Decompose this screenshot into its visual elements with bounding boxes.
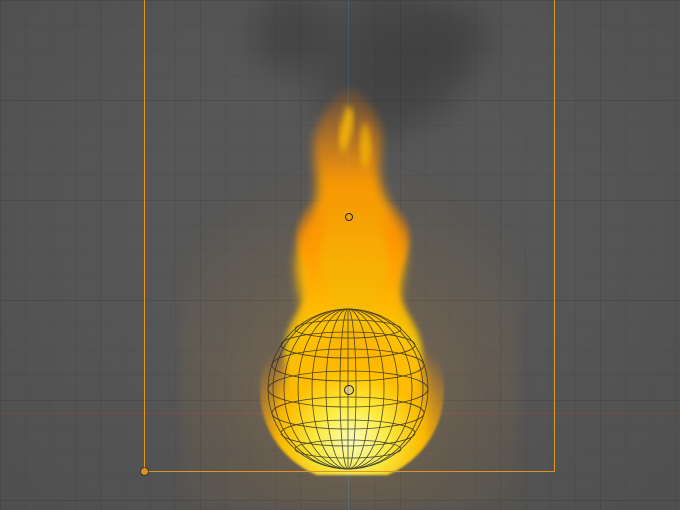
viewport-3d[interactable]: [0, 0, 680, 510]
smoke-domain-bounds[interactable]: [144, 0, 555, 472]
domain-origin-icon: [141, 468, 148, 475]
